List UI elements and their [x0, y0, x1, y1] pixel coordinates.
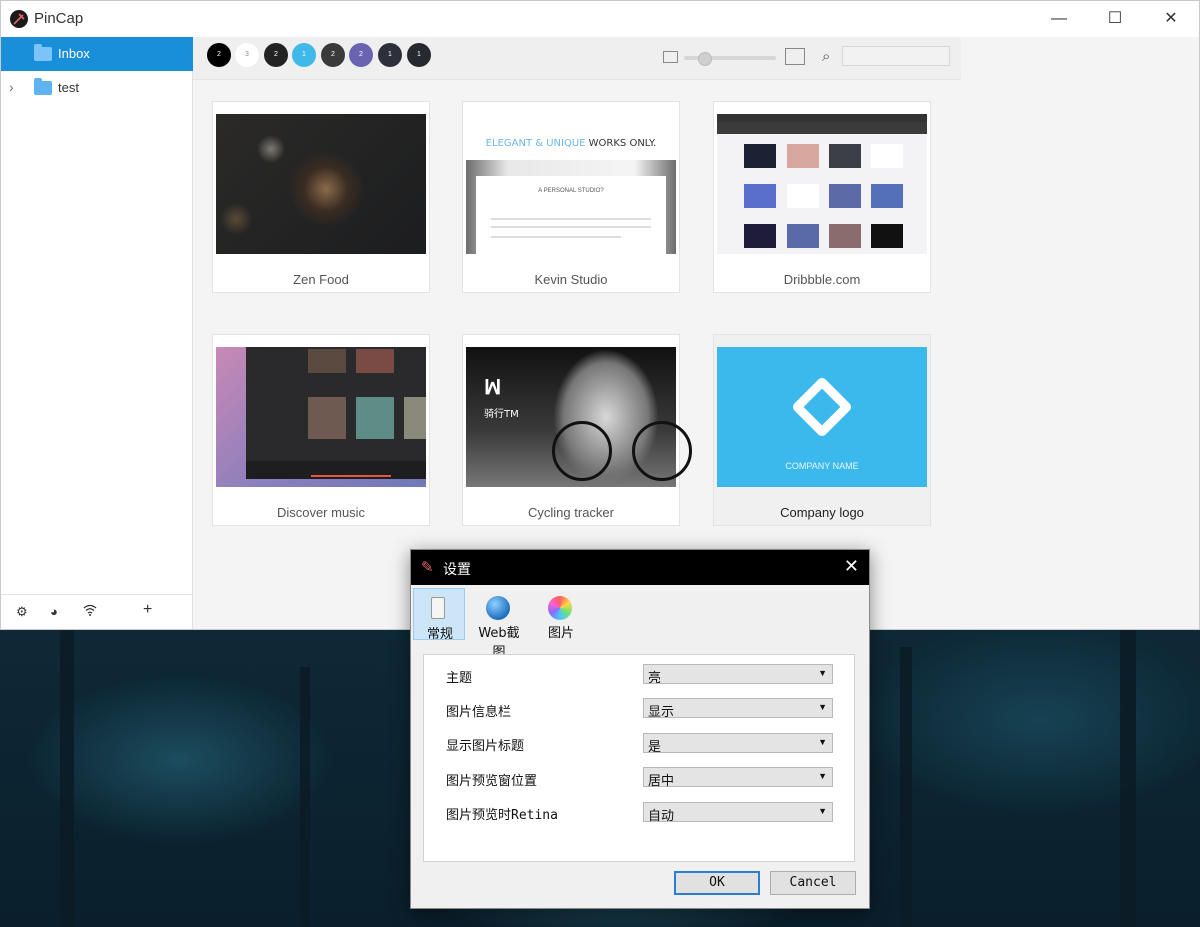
show-title-select[interactable]: 是 ▼: [643, 733, 833, 755]
tab-images[interactable]: 图片: [535, 588, 587, 641]
card-caption: Dribbble.com: [783, 272, 861, 287]
color-filter-dot[interactable]: 1: [407, 43, 431, 67]
image-card[interactable]: Discover music: [212, 334, 430, 526]
thumb-text: A PERSONAL STUDIO?: [538, 188, 604, 194]
card-caption: Zen Food: [293, 272, 349, 287]
select-value: 自动: [648, 809, 675, 824]
thumb-text: ELEGANT & UNIQUE: [485, 138, 586, 149]
image-card[interactable]: Dribbble.com: [713, 101, 931, 293]
sidebar-item-label: Inbox: [58, 46, 90, 61]
tree-silhouette: [300, 667, 310, 927]
folder-icon: [34, 78, 52, 95]
card-thumbnail: [216, 114, 426, 254]
color-filter-dot[interactable]: 1: [378, 43, 402, 67]
minimize-button[interactable]: —: [1031, 1, 1087, 37]
retina-select[interactable]: 自动 ▼: [643, 802, 833, 824]
maximize-button[interactable]: ☐: [1087, 1, 1143, 37]
card-thumbnail: [216, 347, 426, 487]
card-thumbnail: COMPANY NAME: [717, 347, 927, 487]
tree-silhouette: [900, 647, 912, 927]
ok-button[interactable]: OK: [674, 871, 760, 895]
sidebar-item-label: test: [58, 80, 79, 95]
dropdown-arrow-icon: ▼: [818, 702, 827, 712]
dialog-title: 设置: [443, 561, 471, 577]
phone-icon: [431, 597, 445, 619]
color-filter-dot[interactable]: 3: [235, 43, 259, 67]
setting-label: 图片预览时Retina: [446, 808, 558, 823]
card-thumbnail: ꟽ 骑行TM: [466, 347, 692, 487]
card-caption: Company logo: [780, 505, 864, 520]
select-value: 居中: [648, 774, 675, 789]
setting-label: 图片信息栏: [446, 705, 512, 720]
info-bar-select[interactable]: 显示 ▼: [643, 698, 833, 720]
dropdown-arrow-icon: ▼: [818, 806, 827, 816]
dropdown-arrow-icon: ▼: [818, 668, 827, 678]
setting-label: 显示图片标题: [446, 739, 525, 754]
dropdown-arrow-icon: ▼: [818, 737, 827, 747]
plus-icon[interactable]: +: [143, 601, 152, 619]
setting-label: 图片预览窗位置: [446, 774, 538, 789]
color-filter-dot[interactable]: 2: [264, 43, 288, 67]
zoom-slider-thumb[interactable]: [698, 52, 712, 66]
preview-position-select[interactable]: 居中 ▼: [643, 767, 833, 789]
app-title: PinCap: [34, 10, 84, 27]
card-caption: Discover music: [276, 505, 366, 520]
tab-web-screenshot[interactable]: Web截图: [473, 588, 525, 660]
preview-pane: [961, 37, 1199, 629]
sidebar-footer: ⚙ ◕ +: [1, 594, 193, 629]
image-card[interactable]: ꟽ 骑行TM Cycling tracker: [462, 334, 692, 526]
color-filter-dot[interactable]: 2: [349, 43, 373, 67]
settings-dialog: ✎ 设置 ✕ 常规 Web截图 图片 主题 亮 ▼ 图片信息栏 显示 ▼ 显示图片标…: [410, 549, 870, 909]
title-bar[interactable]: PinCap — ☐ ✕: [1, 1, 1199, 37]
gear-icon[interactable]: ⚙: [16, 604, 28, 620]
sidebar-item-inbox[interactable]: Inbox: [1, 37, 193, 71]
select-value: 显示: [648, 705, 675, 720]
card-thumbnail: ELEGANT & UNIQUE WORKS ONLY. A PERSONAL …: [466, 114, 676, 254]
globe-icon: [486, 596, 510, 620]
globe-icon[interactable]: ◕: [50, 604, 58, 619]
wifi-icon[interactable]: [83, 604, 97, 619]
color-filter-dot[interactable]: 2: [321, 43, 345, 67]
main-content: 2 3 2 1 2 2 1 1 ⌕ Zen Food ELEGANT & UNI…: [193, 37, 961, 629]
dropdown-arrow-icon: ▼: [818, 771, 827, 781]
theme-select[interactable]: 亮 ▼: [643, 664, 833, 686]
image-card[interactable]: Zen Food: [212, 101, 430, 293]
card-thumbnail: [717, 114, 927, 254]
thumb-text: WORKS ONLY.: [585, 138, 657, 149]
color-wheel-icon: [548, 596, 572, 620]
toolbar: 2 3 2 1 2 2 1 1 ⌕: [193, 37, 961, 80]
search-icon[interactable]: ⌕: [822, 48, 830, 65]
close-icon[interactable]: ✕: [844, 556, 859, 577]
pincap-logo-icon: [10, 10, 28, 28]
tab-label: 常规: [426, 627, 453, 642]
tab-general[interactable]: 常规: [413, 588, 465, 642]
card-caption: Kevin Studio: [534, 272, 608, 287]
chevron-right-icon[interactable]: ›: [9, 79, 14, 95]
image-card[interactable]: COMPANY NAME Company logo: [713, 334, 931, 526]
close-button[interactable]: ✕: [1143, 1, 1199, 37]
search-input[interactable]: [842, 46, 950, 66]
thumb-text: 骑行TM: [484, 409, 519, 420]
pin-icon: ✎: [421, 559, 434, 576]
color-filter-dot[interactable]: 2: [207, 43, 231, 67]
sidebar: Inbox › test ⚙ ◕ +: [1, 37, 193, 629]
select-value: 亮: [648, 671, 662, 686]
cancel-button[interactable]: Cancel: [770, 871, 856, 895]
large-image-icon[interactable]: [785, 48, 805, 65]
tree-silhouette: [1120, 617, 1136, 927]
thumb-text: COMPANY NAME: [785, 461, 859, 471]
setting-label: 主题: [446, 671, 473, 686]
small-image-icon[interactable]: [663, 51, 678, 63]
image-card[interactable]: ELEGANT & UNIQUE WORKS ONLY. A PERSONAL …: [462, 101, 680, 293]
card-caption: Cycling tracker: [528, 505, 614, 520]
dialog-title-bar[interactable]: ✎ 设置 ✕: [411, 550, 869, 585]
folder-icon: [34, 44, 52, 61]
sidebar-item-test[interactable]: › test: [1, 71, 193, 105]
tab-label: 图片: [547, 626, 574, 641]
settings-panel: 主题 亮 ▼ 图片信息栏 显示 ▼ 显示图片标题 是 ▼ 图片预览窗位置 居中 ▼ 图片…: [423, 654, 855, 862]
select-value: 是: [648, 740, 662, 755]
tree-silhouette: [60, 627, 74, 927]
main-window: PinCap — ☐ ✕ Inbox › test ⚙ ◕ + 2 3 2 1: [0, 0, 1200, 630]
color-filter-dot[interactable]: 1: [292, 43, 316, 67]
